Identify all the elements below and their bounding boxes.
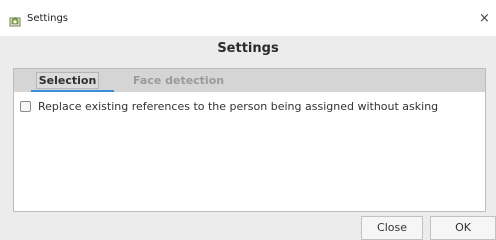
close-button[interactable]: Close <box>361 216 423 240</box>
window-title: Settings <box>27 13 69 24</box>
close-icon[interactable]: × <box>479 12 490 25</box>
settings-tab-panel: Selection Face detection Replace existin… <box>13 68 486 212</box>
tab-face-detection[interactable]: Face detection <box>133 72 224 89</box>
settings-app-icon <box>9 13 21 27</box>
selected-tab-indicator <box>31 90 114 92</box>
page-title: Settings <box>217 41 279 56</box>
replace-references-label: Replace existing references to the perso… <box>38 100 439 113</box>
window-titlebar: Settings × <box>0 0 496 36</box>
dialog-content: Settings Selection Face detection Replac… <box>0 36 496 240</box>
ok-button[interactable]: OK <box>430 216 496 240</box>
tab-selection[interactable]: Selection <box>36 72 99 89</box>
replace-references-checkbox[interactable] <box>20 101 31 112</box>
tab-strip: Selection Face detection <box>14 69 485 92</box>
settings-window: Settings × Settings Selection Face detec… <box>0 0 496 240</box>
